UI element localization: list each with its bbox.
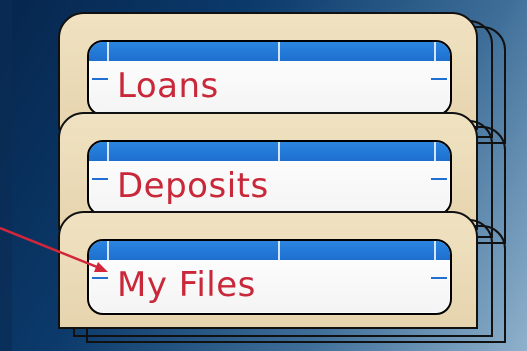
label-divider bbox=[107, 142, 109, 161]
label-tick bbox=[92, 78, 108, 80]
label-tick bbox=[431, 178, 447, 180]
folder-label-my-files: My Files bbox=[117, 265, 256, 305]
folder-label-loans: Loans bbox=[117, 66, 219, 106]
label-divider bbox=[278, 42, 280, 61]
label-band bbox=[89, 42, 450, 61]
label-tick bbox=[431, 277, 447, 279]
label-divider bbox=[278, 142, 280, 161]
label-divider bbox=[434, 241, 436, 260]
label-band bbox=[89, 142, 450, 161]
folder-my-files[interactable]: My Files bbox=[58, 211, 506, 343]
label-divider bbox=[434, 142, 436, 161]
folder-stack: Loans Deposits My Files bbox=[58, 12, 527, 351]
left-edge-shadow bbox=[0, 0, 12, 351]
label-divider bbox=[278, 241, 280, 260]
label-band bbox=[89, 241, 450, 260]
folder-label-panel[interactable]: Loans bbox=[87, 40, 452, 116]
label-tick bbox=[92, 178, 108, 180]
folder-label-panel[interactable]: Deposits bbox=[87, 140, 452, 216]
label-divider bbox=[107, 42, 109, 61]
label-tick bbox=[92, 277, 108, 279]
label-divider bbox=[107, 241, 109, 260]
folder-label-panel[interactable]: My Files bbox=[87, 239, 452, 315]
label-tick bbox=[431, 78, 447, 80]
label-divider bbox=[434, 42, 436, 61]
folder-label-deposits: Deposits bbox=[117, 166, 269, 206]
